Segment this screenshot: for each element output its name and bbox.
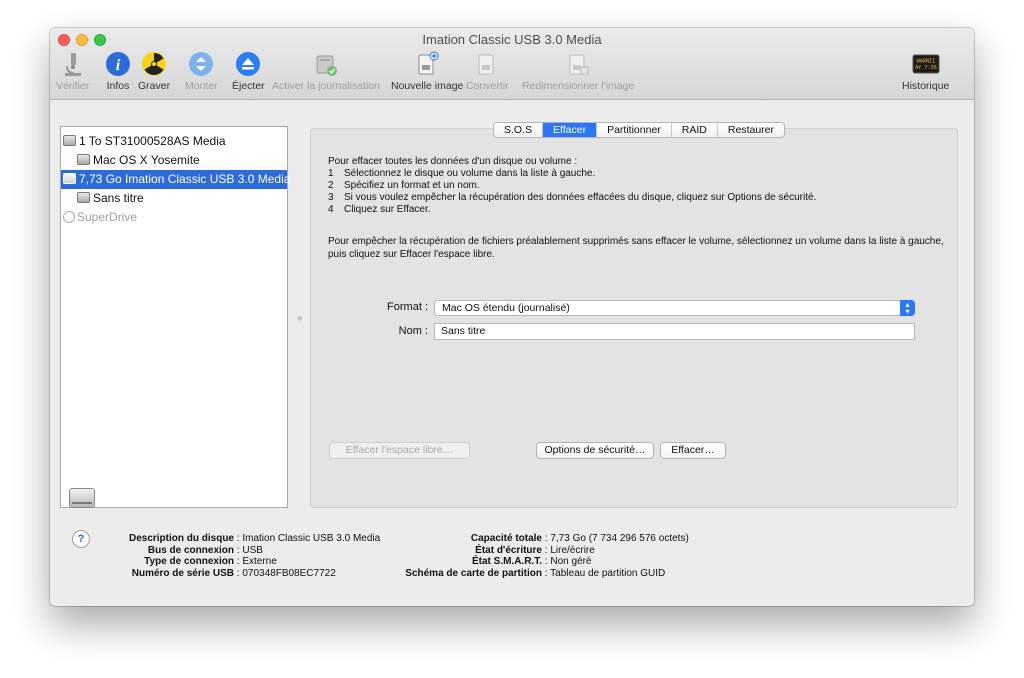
info-row: Description du disque : Imation Classic … [128, 533, 381, 544]
tab-bar: S.O.S Effacer Partitionner RAID Restaure… [493, 122, 785, 138]
svg-text:AY 7:36: AY 7:36 [915, 65, 937, 71]
instructions-intro: Pour effacer toutes les données d'un dis… [328, 156, 578, 167]
name-field[interactable]: Sans titre [434, 323, 915, 340]
burn-icon [142, 52, 167, 76]
tab-restore[interactable]: Restaurer [717, 123, 784, 137]
toolbar-mount-button[interactable]: Monter [185, 50, 218, 92]
title-bar: Imation Classic USB 3.0 Media Vérifier i… [50, 28, 974, 100]
tab-erase[interactable]: Effacer [543, 123, 598, 137]
svg-text:WARNII: WARNII [916, 59, 935, 65]
instruction-step: 4 Cliquez sur Effacer. [328, 204, 431, 215]
disk-list-item[interactable]: 1 To ST31000528AS Media [61, 132, 287, 151]
volume-icon [77, 192, 90, 203]
instruction-step: 1 Sélectionnez le disque ou volume dans l… [328, 168, 596, 179]
volume-list-item[interactable]: Mac OS X Yosemite [61, 151, 287, 170]
toolbar-burn-button[interactable]: Graver [138, 50, 170, 92]
svg-text:i: i [116, 57, 121, 74]
selected-disk-icon [69, 488, 95, 508]
window-title: Imation Classic USB 3.0 Media [422, 32, 602, 47]
superdrive-list-item[interactable]: SuperDrive [61, 208, 287, 227]
log-icon: WARNII AY 7:36 [912, 54, 940, 74]
optical-drive-icon [63, 211, 75, 223]
toolbar-log-button[interactable]: WARNII AY 7:36 Historique [902, 50, 949, 92]
convert-icon [478, 54, 494, 75]
disk-info-right: Capacité totale : 7,73 Go (7 734 296 576… [386, 533, 689, 579]
info-row: Capacité totale : 7,73 Go (7 734 296 576… [470, 533, 689, 544]
info-row: Schéma de carte de partition : Tableau d… [405, 567, 666, 579]
info-row: État S.M.A.R.T. : Non géré [471, 556, 592, 567]
toolbar-new-image-button[interactable]: Nouvelle image [391, 50, 463, 92]
volume-list-item[interactable]: Sans titre [61, 189, 287, 208]
toolbar-info-button[interactable]: i Infos [104, 50, 132, 92]
mount-icon [189, 52, 214, 76]
format-label: Format : [387, 301, 428, 313]
instruction-step: 3 Si vous voulez empêcher la récupération… [328, 192, 817, 203]
security-options-button[interactable]: Options de sécurité… [536, 442, 654, 459]
info-row: État d'écriture : Lire/écrire [475, 544, 595, 556]
usb-disk-icon [63, 173, 76, 184]
tab-partition[interactable]: Partitionner [597, 123, 672, 137]
eject-icon [236, 52, 261, 76]
tab-first-aid[interactable]: S.O.S [494, 123, 544, 137]
info-row: Numéro de série USB : 070348FB08EC7722 [131, 567, 336, 579]
format-select[interactable]: Mac OS étendu (journalisé) ▴ ▾ [434, 300, 915, 316]
disk-utility-window: Imation Classic USB 3.0 Media Vérifier i… [50, 28, 974, 606]
erase-instructions: Pour effacer toutes les données d'un dis… [328, 156, 816, 216]
toolbar-resize-image-button[interactable]: Redimensionner l'image [522, 50, 634, 92]
journal-icon [316, 55, 337, 76]
info-row: Type de connexion : Externe [144, 556, 277, 567]
instruction-step: 2 Spécifiez un format et un nom. [328, 180, 480, 191]
resize-image-icon [569, 54, 589, 75]
hard-disk-icon [63, 135, 76, 146]
select-stepper-icon: ▴ ▾ [900, 300, 915, 316]
erase-free-space-button[interactable]: Effacer l'espace libre… [329, 442, 470, 459]
microscope-icon [64, 53, 81, 76]
free-space-instructions: Pour empêcher la récupération de fichier… [328, 236, 944, 260]
disk-list[interactable]: 1 To ST31000528AS Media Mac OS X Yosemit… [60, 126, 290, 508]
toolbar-journaling-button[interactable]: Activer la journalisation [272, 50, 380, 92]
new-image-icon [418, 51, 439, 75]
toolbar-convert-button[interactable]: Convertir [466, 50, 509, 92]
disk-list-item-selected[interactable]: 7,73 Go Imation Classic USB 3.0 Media [61, 170, 290, 189]
info-row: Bus de connexion : USB [147, 544, 263, 556]
disk-info-left: Description du disque : Imation Classic … [106, 533, 380, 579]
info-icon: i [106, 52, 130, 76]
volume-icon [77, 154, 90, 165]
toolbar-verify-button[interactable]: Vérifier [56, 50, 89, 92]
tab-raid[interactable]: RAID [671, 123, 718, 137]
help-button[interactable]: ? [72, 530, 90, 548]
split-view-handle[interactable] [297, 316, 302, 321]
name-label: Nom : [398, 325, 428, 337]
toolbar-eject-button[interactable]: Éjecter [232, 50, 265, 92]
erase-button[interactable]: Effacer… [660, 442, 726, 459]
